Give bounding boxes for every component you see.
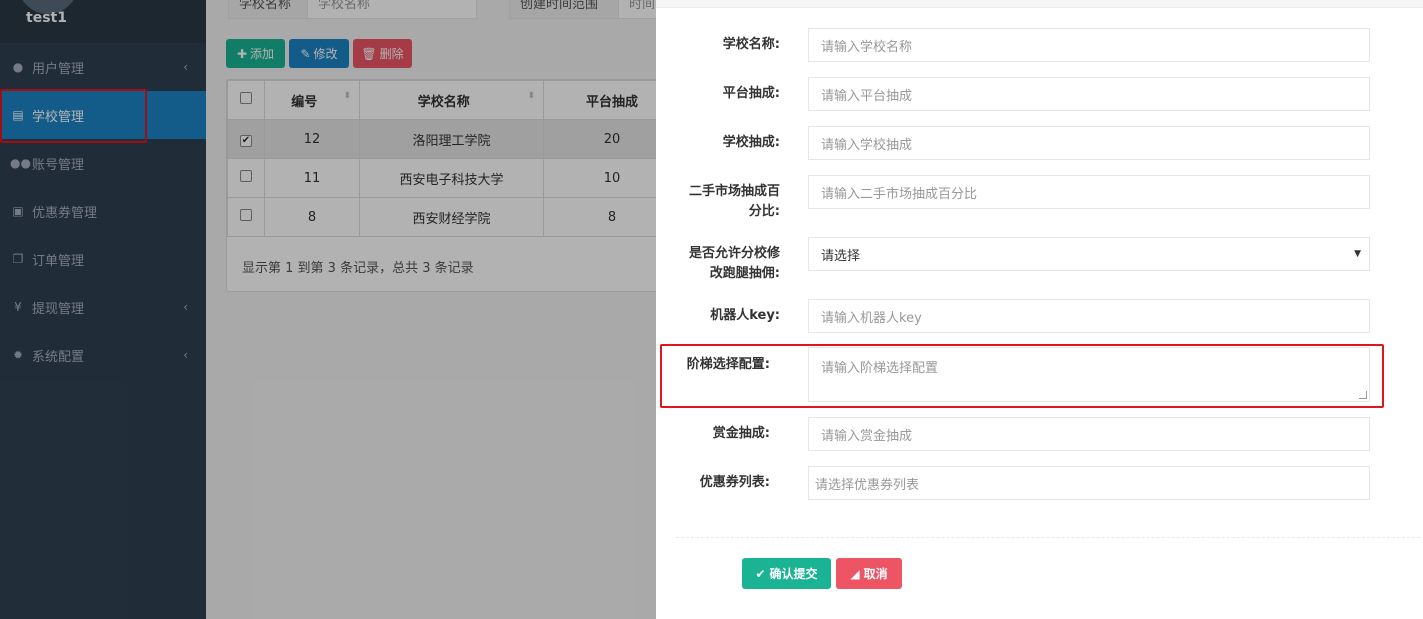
market-rate-label: 二手市场抽成百 分比:: [688, 184, 780, 219]
platform-rate-input[interactable]: 请输入平台抽成: [808, 77, 1370, 111]
ladder-config-label: 阶梯选择配置:: [686, 357, 770, 372]
school-rate-label: 学校抽成:: [722, 135, 780, 150]
robot-key-input[interactable]: 请输入机器人key: [808, 299, 1370, 333]
school-name-label: 学校名称:: [722, 37, 780, 52]
bounty-rate-input[interactable]: 请输入赏金抽成: [808, 417, 1370, 451]
caret-down-icon: ▼: [1354, 249, 1361, 259]
platform-rate-label: 平台抽成:: [722, 86, 780, 101]
school-rate-input[interactable]: 请输入学校抽成: [808, 126, 1370, 160]
eraser-icon: ◢: [850, 566, 860, 581]
market-rate-input[interactable]: 请输入二手市场抽成百分比: [808, 175, 1370, 209]
ladder-config-textarea[interactable]: 请输入阶梯选择配置: [808, 347, 1370, 402]
edit-school-panel: 学校名称: 请输入学校名称 平台抽成: 请输入平台抽成 学校抽成: 请输入学校抽…: [656, 0, 1423, 619]
allow-branch-label: 是否允许分校修 改跑腿抽佣:: [688, 246, 780, 281]
coupon-list-label: 优惠券列表:: [699, 475, 770, 490]
panel-header: [656, 0, 1423, 8]
cancel-button[interactable]: ◢ 取消: [836, 558, 902, 589]
coupon-list-select[interactable]: 请选择优惠券列表: [808, 466, 1370, 500]
bounty-rate-label: 赏金抽成:: [712, 426, 770, 441]
submit-button[interactable]: ✔ 确认提交: [742, 558, 831, 589]
resize-handle-icon[interactable]: [1359, 391, 1367, 399]
check-icon: ✔: [755, 566, 766, 581]
form-divider: [676, 537, 1420, 538]
modal-overlay[interactable]: [0, 0, 656, 619]
school-name-input[interactable]: 请输入学校名称: [808, 28, 1370, 62]
allow-branch-select[interactable]: 请选择 ▼: [808, 237, 1370, 271]
robot-key-label: 机器人key:: [710, 308, 780, 323]
